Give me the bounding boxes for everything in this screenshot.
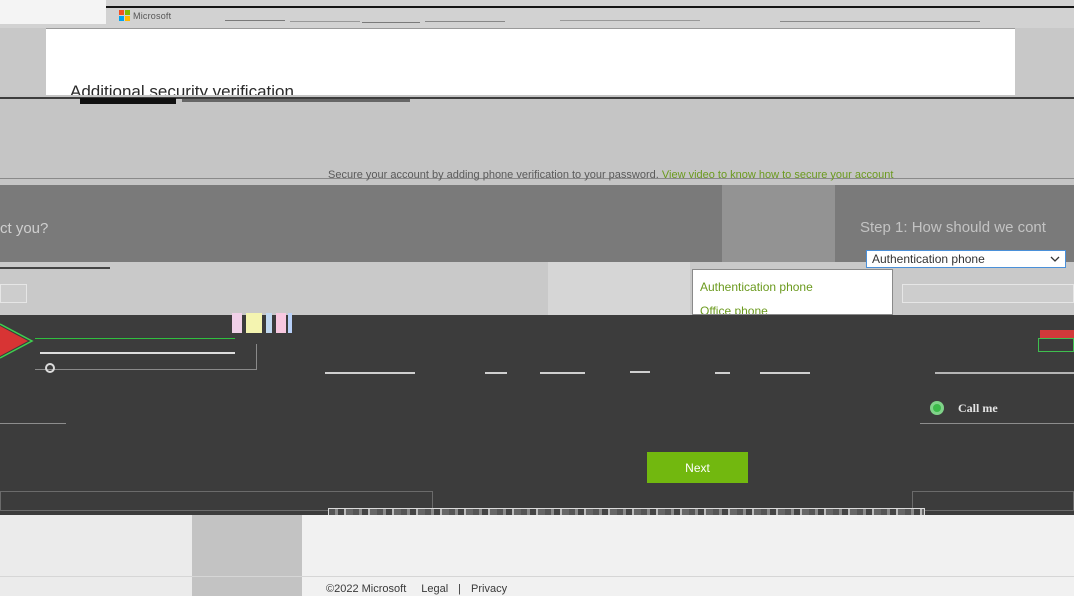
input-fragment-right[interactable] — [902, 284, 1074, 303]
glitch-stripe — [288, 313, 292, 333]
glitch-segment — [715, 372, 730, 374]
microsoft-logo: Microsoft — [119, 10, 171, 21]
header-card: Additional security verification — [46, 28, 1015, 95]
glitch-line — [425, 21, 505, 22]
intro-text-line: Secure your account by adding phone veri… — [328, 169, 893, 181]
footer: ©2022 Microsoft Legal | Privacy — [326, 583, 507, 595]
footer-legal-link[interactable]: Legal — [421, 583, 448, 595]
step-band-light-block — [722, 185, 835, 262]
glitch-green-box — [1038, 338, 1074, 352]
glitch-strip — [182, 99, 410, 102]
glitch-stripe — [276, 313, 286, 333]
glitch-segment — [630, 371, 650, 373]
video-link[interactable]: View video to know how to secure your ac… — [662, 169, 894, 181]
glitch-segment — [485, 372, 507, 374]
glitch-segment — [935, 372, 1074, 374]
glitch-triangle — [0, 323, 34, 359]
glitch-segment — [540, 372, 585, 374]
contact-method-dropdown: Authentication phone Office phone — [692, 269, 893, 315]
glitch-outline-right — [912, 491, 1074, 511]
dropdown-option-office-phone[interactable]: Office phone — [700, 304, 768, 314]
intro-text: Secure your account by adding phone veri… — [328, 169, 662, 181]
right-strip — [1015, 28, 1074, 95]
radio-icon[interactable] — [45, 363, 55, 373]
footer-gray-block — [192, 515, 302, 596]
page-title: Additional security verification — [70, 82, 294, 95]
radio-selected-icon[interactable] — [930, 401, 944, 415]
step-title-clip: Step 1: How should we cont — [860, 219, 1074, 241]
glitch-line — [780, 21, 980, 22]
top-rule — [106, 6, 1074, 8]
glitch-line — [560, 20, 700, 21]
options-band-light-block — [548, 262, 690, 315]
footer-rule — [0, 576, 1074, 577]
step-title-fragment-left: ct you? — [0, 220, 49, 237]
contact-method-select[interactable]: Authentication phone — [866, 250, 1066, 268]
glitch-red-bar — [1040, 330, 1074, 338]
glitch-segment — [325, 372, 415, 374]
input-fragment-left[interactable] — [0, 284, 27, 303]
glitch-stripe — [232, 313, 242, 333]
glitch-line — [290, 21, 360, 22]
left-strip — [0, 28, 46, 95]
footer-separator: | — [458, 583, 462, 595]
glitch-line — [362, 22, 420, 23]
glitch-stripe — [246, 313, 262, 333]
logo-square-yellow — [125, 16, 130, 21]
logo-square-green — [125, 10, 130, 15]
contact-method-value: Authentication phone — [872, 252, 985, 266]
glitch-frame — [35, 344, 257, 370]
call-me-label[interactable]: Call me — [958, 401, 998, 416]
glitch-line — [225, 20, 285, 21]
divider-left — [0, 423, 66, 424]
glitch-segment — [760, 372, 810, 374]
logo-text: Microsoft — [133, 10, 172, 21]
top-left-panel — [0, 0, 106, 24]
chevron-down-icon — [1050, 256, 1060, 262]
dropdown-option-authentication-phone[interactable]: Authentication phone — [700, 280, 813, 294]
options-rule — [0, 267, 110, 269]
page: Microsoft Additional security verificati… — [0, 0, 1074, 596]
footer-copyright: ©2022 Microsoft — [326, 583, 407, 595]
next-button[interactable]: Next — [647, 452, 748, 483]
glitch-stripe — [266, 313, 272, 333]
divider-right — [920, 423, 1074, 424]
footer-privacy-link[interactable]: Privacy — [471, 583, 507, 595]
logo-square-blue — [119, 16, 124, 21]
glitch-green-line — [35, 338, 235, 339]
step-title: Step 1: How should we cont — [860, 219, 1046, 236]
microsoft-logo-icon — [119, 10, 130, 21]
glitch-bar — [80, 98, 176, 104]
logo-square-red — [119, 10, 124, 15]
